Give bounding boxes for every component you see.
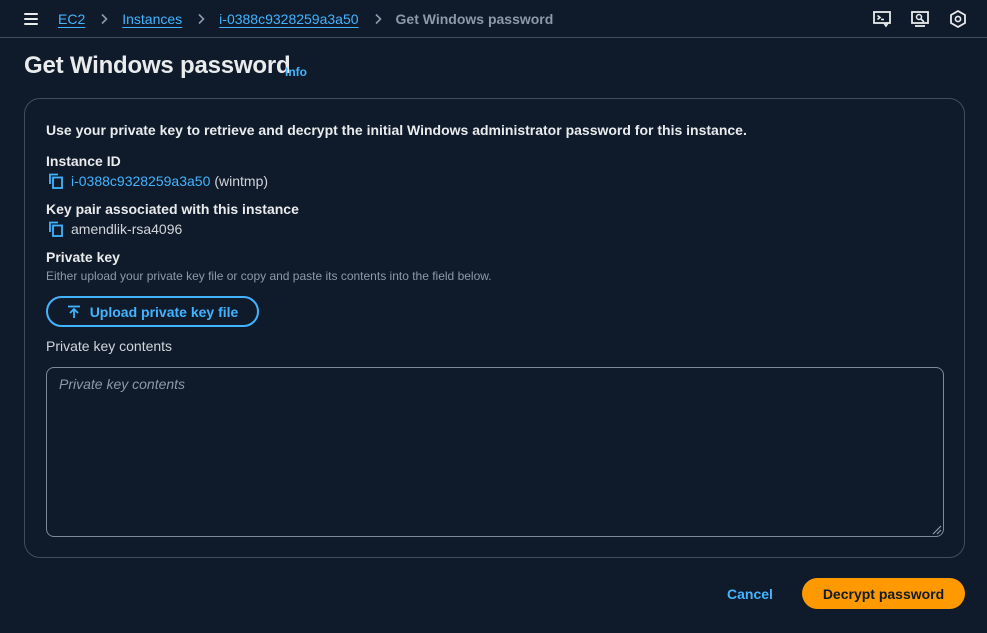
breadcrumb-current: Get Windows password [395, 11, 554, 27]
private-key-contents-input[interactable] [46, 367, 944, 537]
key-pair-value: amendlik-rsa4096 [71, 221, 183, 237]
instance-id-row: i-0388c9328259a3a50 (wintmp) [47, 172, 268, 190]
upload-private-key-button[interactable]: Upload private key file [46, 296, 259, 327]
breadcrumb-ec2[interactable]: EC2 [58, 11, 85, 27]
screen-share-icon[interactable] [910, 9, 930, 29]
breadcrumb-instances[interactable]: Instances [122, 11, 182, 27]
instance-id-link[interactable]: i-0388c9328259a3a50 [71, 173, 210, 189]
breadcrumb-instance-id[interactable]: i-0388c9328259a3a50 [219, 11, 358, 27]
cancel-button[interactable]: Cancel [713, 578, 787, 609]
chevron-right-icon [374, 13, 382, 25]
chevron-right-icon [101, 13, 108, 25]
instance-name: (wintmp) [214, 173, 269, 189]
private-key-contents-label: Private key contents [46, 338, 173, 354]
instance-id-label: Instance ID [46, 153, 121, 169]
top-bar: EC2 Instances i-0388c9328259a3a50 Get Wi… [0, 0, 987, 38]
password-panel: Use your private key to retrieve and dec… [24, 98, 965, 558]
decrypt-password-button[interactable]: Decrypt password [802, 578, 965, 609]
key-pair-label: Key pair associated with this instance [46, 201, 299, 217]
cloudshell-icon[interactable] [872, 9, 892, 29]
private-key-label: Private key [46, 249, 120, 265]
breadcrumb: EC2 Instances i-0388c9328259a3a50 Get Wi… [58, 0, 553, 38]
upload-icon [67, 305, 80, 318]
private-key-description: Either upload your private key file or c… [46, 269, 492, 283]
chevron-right-icon [198, 13, 205, 25]
settings-hexagon-icon[interactable] [948, 9, 968, 29]
copy-icon[interactable] [47, 172, 65, 190]
page-title: Get Windows password [24, 52, 291, 79]
intro-text: Use your private key to retrieve and dec… [46, 122, 747, 138]
menu-icon[interactable] [22, 11, 40, 27]
upload-button-label: Upload private key file [89, 303, 239, 320]
key-pair-row: amendlik-rsa4096 [47, 220, 182, 238]
resize-handle-icon[interactable] [930, 523, 942, 535]
copy-icon[interactable] [47, 220, 65, 238]
info-link[interactable]: Info [285, 65, 307, 79]
